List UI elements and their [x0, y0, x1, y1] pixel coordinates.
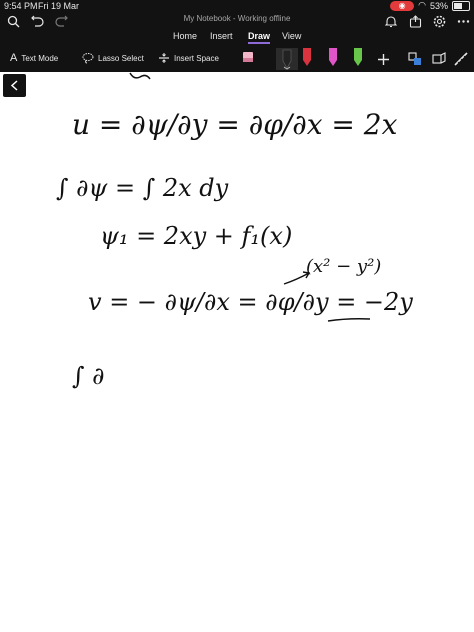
pen-black-tool[interactable] [276, 48, 298, 70]
handwritten-annotation: (x² − y²) [306, 256, 382, 277]
chevron-left-icon [10, 80, 18, 91]
lasso-icon [82, 53, 94, 64]
tab-insert[interactable]: Insert [210, 31, 233, 41]
status-bar: 9:54 PM Fri 19 Mar ◉ ◠ 53% [0, 0, 474, 12]
ruler-icon[interactable] [452, 50, 470, 68]
shapes-icon[interactable] [406, 50, 424, 68]
text-mode-label: Text Mode [21, 53, 59, 63]
battery-percent: 53% [429, 0, 448, 11]
record-icon: ◉ [398, 1, 406, 10]
add-pen-icon[interactable] [374, 50, 392, 68]
ink-to-shape-icon[interactable] [430, 50, 448, 68]
text-mode-button[interactable]: A Text Mode [10, 52, 58, 64]
annotation-arrow [283, 271, 311, 285]
status-date: Fri 19 Mar [38, 1, 80, 11]
draw-toolbar: A Text Mode Lasso Select Insert Space [0, 48, 474, 70]
note-canvas[interactable]: u = ∂ψ/∂y = ∂φ/∂x = 2x ∫ ∂ψ = ∫ 2x dy ψ₁… [0, 72, 474, 632]
window-title: My Notebook - Working offline [183, 14, 291, 23]
insert-space-label: Insert Space [174, 53, 219, 63]
handwritten-line-1: u = ∂ψ/∂y = ∂φ/∂x = 2x [72, 108, 398, 141]
tab-home[interactable]: Home [173, 31, 197, 41]
status-time: 9:54 PM [4, 1, 38, 11]
text-cursor-icon: A [10, 52, 18, 64]
insert-space-button[interactable]: Insert Space [158, 52, 219, 64]
pen-red-tool[interactable] [300, 48, 314, 70]
share-icon[interactable] [406, 12, 424, 30]
recording-indicator: ◉ [390, 0, 415, 11]
more-icon[interactable] [454, 12, 472, 30]
top-bar: 9:54 PM Fri 19 Mar ◉ ◠ 53% My Notebook -… [0, 0, 474, 72]
handwritten-line-5: ∫ ∂ [72, 362, 105, 390]
highlighter-tool[interactable] [241, 48, 255, 70]
gear-icon[interactable] [430, 12, 448, 30]
handwritten-line-3: ψ₁ = 2xy + f₁(x) [100, 222, 293, 250]
tab-view[interactable]: View [282, 31, 301, 41]
ribbon-tabs: Home Insert Draw View [0, 31, 474, 45]
back-button[interactable] [3, 74, 26, 97]
pen-pink-tool[interactable] [326, 48, 340, 70]
lasso-select-button[interactable]: Lasso Select [82, 52, 144, 64]
tab-draw[interactable]: Draw [248, 31, 271, 44]
lasso-select-label: Lasso Select [98, 53, 144, 63]
handwritten-line-4: v = − ∂ψ/∂x = ∂φ/∂y = −2y [88, 288, 413, 316]
bell-icon[interactable] [382, 12, 400, 30]
status-right: ◉ ◠ 53% [390, 0, 470, 11]
underline-stroke [327, 318, 371, 322]
wifi-icon: ◠ [418, 0, 426, 10]
pen-green-tool[interactable] [351, 48, 365, 70]
handwritten-line-2: ∫ ∂ψ = ∫ 2x dy [56, 174, 229, 202]
clipped-ink-stroke [129, 72, 151, 80]
battery-icon [452, 0, 470, 11]
insert-space-icon [159, 53, 169, 63]
